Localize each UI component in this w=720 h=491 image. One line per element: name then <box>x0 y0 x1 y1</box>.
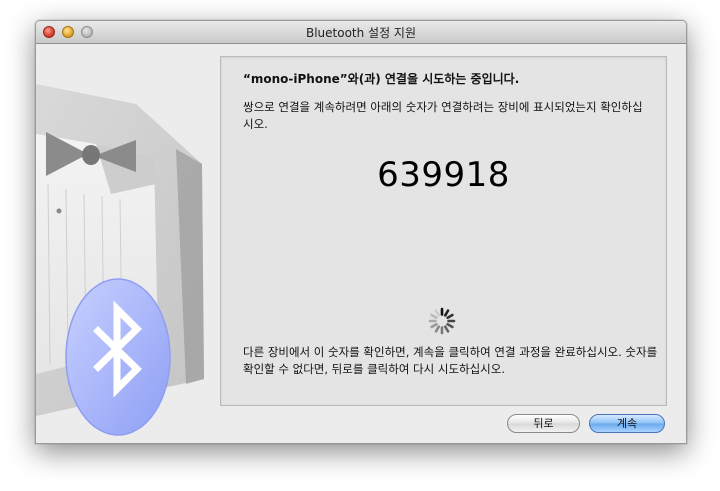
pairing-instruction: 쌍으로 연결을 계속하려면 아래의 숫자가 연결하려는 장비에 표시되었는지 확… <box>243 100 643 131</box>
title-bar[interactable]: Bluetooth 설정 지원 <box>36 21 686 44</box>
tuxedo-butler-icon <box>36 84 204 436</box>
window-title: Bluetooth 설정 지원 <box>305 26 417 40</box>
pairing-footer-text: 다른 장비에서 이 숫자를 확인하면, 계속을 클릭하여 연결 과정을 완료하십… <box>243 345 658 376</box>
bluetooth-icon <box>65 278 171 436</box>
pairing-heading: “mono-iPhone”와(과) 연결을 시도하는 중입니다. <box>243 72 520 86</box>
progress-spinner-icon <box>428 307 456 335</box>
content-panel: “mono-iPhone”와(과) 연결을 시도하는 중입니다. 쌍으로 연결을… <box>220 56 667 406</box>
bluetooth-setup-window: Bluetooth 설정 지원 “mono-iPhone”와(과) 연결을 시도… <box>35 20 687 444</box>
back-button[interactable]: 뒤로 <box>507 414 580 433</box>
continue-button[interactable]: 계속 <box>589 414 665 433</box>
passkey-number: 639918 <box>377 155 510 195</box>
